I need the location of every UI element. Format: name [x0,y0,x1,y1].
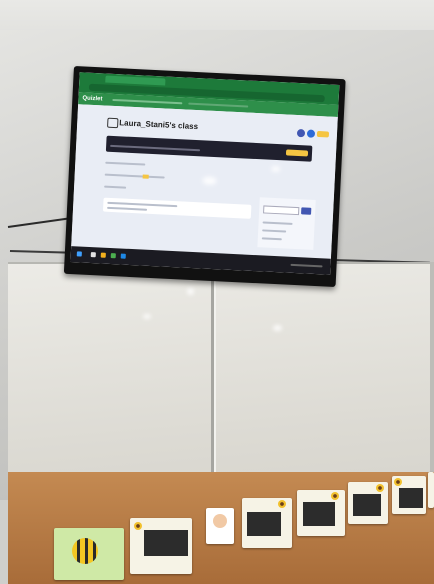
taskbar-app-icon [120,253,126,259]
small-yellow-tag [142,174,149,179]
sunflower-icon [134,522,142,530]
sunflower-chalkboard-card [242,498,292,548]
invite-button [301,207,312,215]
taskbar-app-icon [100,252,106,258]
sunflower-chalkboard-card [297,490,345,536]
chalkboard [144,530,188,556]
portrait-card [206,508,234,544]
bee-icon [72,538,98,564]
taskbar-app-icon [90,252,96,258]
start-icon [76,251,82,257]
face-icon [213,514,227,528]
tv-screen: Quizlet Laura_Stani5's class [70,72,340,275]
yellow-button [316,130,330,138]
light-reflection [273,325,282,331]
chalkboard [303,502,335,526]
whiteboard-seam-highlight [214,268,216,500]
chalkboard [247,512,281,536]
chalkboard [399,488,423,508]
sunflower-icon [278,500,286,508]
bee-card [54,528,124,580]
class-icon [107,117,119,129]
taskbar-app-icon [110,253,116,259]
whiteboard-edge-right [430,262,434,492]
light-reflection [187,288,194,295]
banner-button [285,149,309,157]
invite-input [263,205,300,216]
sunflower-chalkboard-card [392,476,426,514]
sunflower-icon [331,492,339,500]
chalkboard [353,494,381,516]
app-logo: Quizlet [82,95,103,103]
sunflower-chalkboard-card [130,518,192,574]
sunflower-icon [394,478,402,486]
sunflower-icon [376,484,384,492]
light-reflection [143,314,151,319]
sunflower-chalkboard-card [428,472,434,508]
wall-mounted-tv: Quizlet Laura_Stani5's class [63,66,346,288]
sunflower-chalkboard-card [348,482,388,524]
